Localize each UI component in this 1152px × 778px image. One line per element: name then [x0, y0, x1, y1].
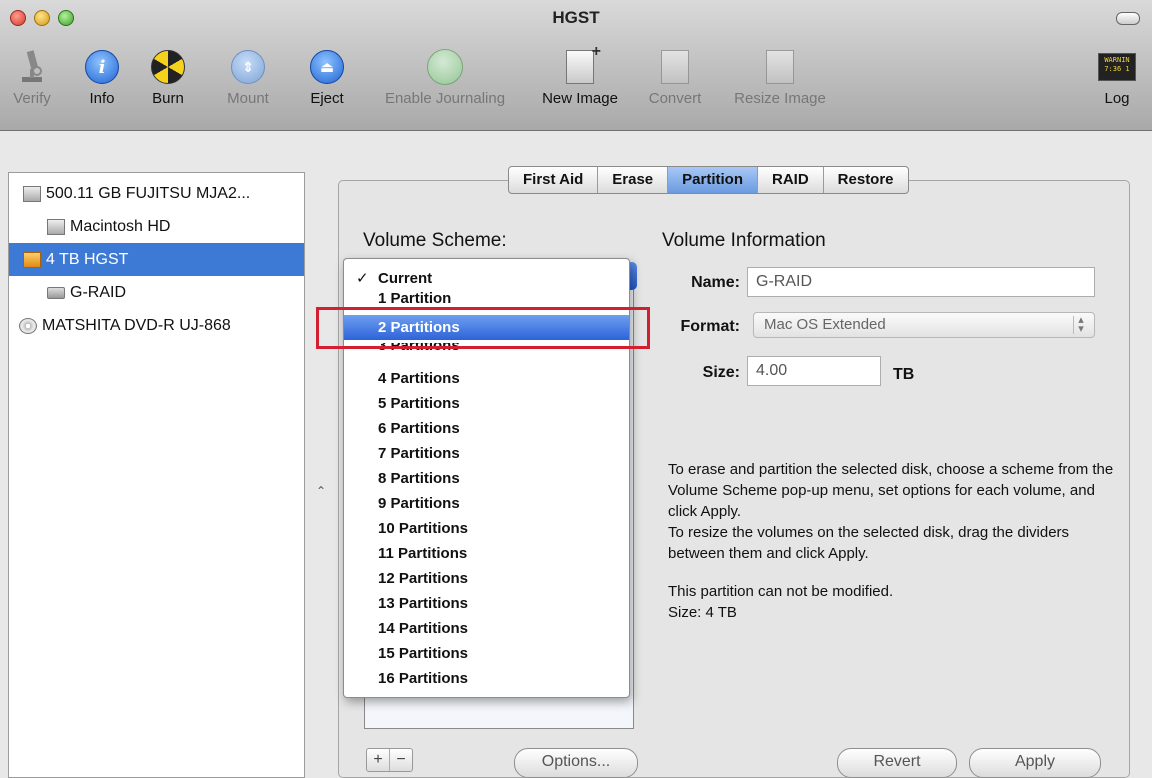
log-label: Log [1104, 90, 1130, 107]
format-label: Format: [680, 318, 740, 335]
name-label: Name: [691, 274, 740, 291]
status-size-text: Size: 4 TB [668, 604, 737, 621]
instructions-erase-text: To erase and partition the selected disk… [668, 461, 1114, 520]
tab-raid[interactable]: RAID [758, 167, 824, 193]
enable-journaling-button[interactable]: Enable Journaling [370, 48, 520, 107]
tab-erase[interactable]: Erase [598, 167, 669, 193]
menu-item-15-partitions[interactable]: 15 Partitions [344, 641, 629, 666]
mount-button[interactable]: ⇕ Mount [218, 48, 278, 107]
eject-button[interactable]: ⏏ Eject [302, 48, 352, 107]
volume-information-label: Volume Information [662, 230, 826, 251]
menu-item-11-partitions[interactable]: 11 Partitions [344, 541, 629, 566]
menu-item-1-partition[interactable]: 1 Partition [344, 289, 629, 309]
revert-button[interactable]: Revert [837, 748, 957, 778]
add-remove-buttons: + − [366, 748, 413, 772]
tab-partition[interactable]: Partition [668, 167, 758, 193]
info-button[interactable]: i Info [78, 48, 126, 107]
info-icon: i [83, 48, 121, 86]
menu-item-current[interactable]: ✓ Current [344, 266, 629, 291]
sidebar-item-dvd-drive[interactable]: MATSHITA DVD-R UJ-868 [9, 309, 304, 342]
status-cannot-modify-text: This partition can not be modified. [668, 583, 894, 600]
sidebar-item-fujitsu-disk[interactable]: 500.11 GB FUJITSU MJA2... [9, 177, 304, 210]
size-unit-label: TB [893, 366, 915, 383]
menu-item-13-partitions[interactable]: 13 Partitions [344, 591, 629, 616]
resize-image-icon [761, 48, 799, 86]
volume-icon [47, 218, 65, 235]
convert-label: Convert [648, 90, 702, 107]
instructions-resize-text: To resize the volumes on the selected di… [668, 524, 1070, 562]
volume-icon [47, 286, 65, 299]
highlight-annotation-box [316, 307, 650, 349]
menu-item-7-partitions[interactable]: 7 Partitions [344, 441, 629, 466]
menu-item-12-partitions[interactable]: 12 Partitions [344, 566, 629, 591]
volume-scheme-label: Volume Scheme: [363, 230, 507, 251]
log-icon: WARNIN 7:36 1 [1098, 48, 1136, 86]
menu-item-5-partitions[interactable]: 5 Partitions [344, 391, 629, 416]
journaling-icon [426, 48, 464, 86]
log-button[interactable]: WARNIN 7:36 1 Log [1092, 48, 1142, 107]
new-image-label: New Image [542, 90, 618, 107]
mount-label: Mount [227, 90, 269, 107]
eject-icon: ⏏ [308, 48, 346, 86]
menu-item-16-partitions[interactable]: 16 Partitions [344, 666, 629, 691]
menu-item-8-partitions[interactable]: 8 Partitions [344, 466, 629, 491]
sidebar-item-label: 4 TB HGST [46, 250, 129, 268]
sidebar-item-g-raid[interactable]: G-RAID [9, 276, 304, 309]
enable-journaling-label: Enable Journaling [384, 90, 506, 107]
hard-disk-icon [23, 185, 41, 202]
menu-item-9-partitions[interactable]: 9 Partitions [344, 491, 629, 516]
add-partition-button[interactable]: + [367, 749, 390, 771]
disk-list: 500.11 GB FUJITSU MJA2... Macintosh HD 4… [8, 172, 305, 778]
new-image-icon: + [561, 43, 601, 86]
convert-button[interactable]: Convert [640, 48, 710, 107]
mount-icon: ⇕ [229, 48, 267, 86]
burn-icon [149, 48, 187, 86]
sidebar-item-label: MATSHITA DVD-R UJ-868 [42, 316, 231, 334]
sidebar-item-label: 500.11 GB FUJITSU MJA2... [46, 184, 251, 202]
window-title: HGST [552, 8, 600, 27]
toolbar-toggle-button[interactable] [1116, 12, 1140, 25]
resize-image-button[interactable]: Resize Image [722, 48, 838, 107]
external-disk-icon [23, 251, 41, 268]
info-label: Info [89, 90, 115, 107]
apply-button[interactable]: Apply [969, 748, 1101, 778]
split-view-handle-icon[interactable]: ⌃ [316, 484, 326, 498]
resize-image-label: Resize Image [734, 90, 826, 107]
menu-item-14-partitions[interactable]: 14 Partitions [344, 616, 629, 641]
tab-restore[interactable]: Restore [824, 167, 908, 193]
log-icon-text: WARNIN 7:36 1 [1098, 53, 1136, 81]
tab-first-aid[interactable]: First Aid [509, 167, 599, 193]
eject-label: Eject [310, 90, 344, 107]
popup-arrows-icon: ▴ ▾ [1073, 315, 1088, 335]
options-button[interactable]: Options... [514, 748, 638, 778]
format-value: Mac OS Extended [764, 316, 886, 333]
size-label: Size: [702, 364, 740, 381]
verify-button[interactable]: Verify [4, 48, 60, 107]
new-image-button[interactable]: + New Image [532, 43, 628, 107]
format-popup[interactable]: Mac OS Extended ▴ ▾ [753, 312, 1095, 338]
name-field[interactable] [747, 267, 1095, 297]
dvd-icon [19, 317, 37, 334]
menu-item-10-partitions[interactable]: 10 Partitions [344, 516, 629, 541]
microscope-icon [13, 48, 51, 86]
partition-status: This partition can not be modified. Size… [668, 581, 1118, 623]
menu-item-label: Current [378, 270, 433, 287]
sidebar-item-label: G-RAID [70, 283, 126, 301]
convert-icon [656, 48, 694, 86]
sidebar-item-hgst-disk[interactable]: 4 TB HGST [9, 243, 304, 276]
remove-partition-button[interactable]: − [390, 749, 412, 771]
size-field[interactable] [747, 356, 881, 386]
checkmark-icon: ✓ [356, 270, 369, 287]
verify-label: Verify [13, 90, 51, 107]
instructions-text: To erase and partition the selected disk… [668, 459, 1118, 564]
sidebar-item-macintosh-hd[interactable]: Macintosh HD [9, 210, 304, 243]
sidebar-item-label: Macintosh HD [70, 217, 171, 235]
burn-button[interactable]: Burn [144, 48, 192, 107]
burn-label: Burn [152, 90, 184, 107]
window-toolbar: HGST Verify i Info Burn ⇕ Mount ⏏ Eject … [0, 0, 1152, 131]
menu-item-6-partitions[interactable]: 6 Partitions [344, 416, 629, 441]
tab-bar: First Aid Erase Partition RAID Restore [508, 166, 909, 194]
menu-item-4-partitions[interactable]: 4 Partitions [344, 366, 629, 391]
